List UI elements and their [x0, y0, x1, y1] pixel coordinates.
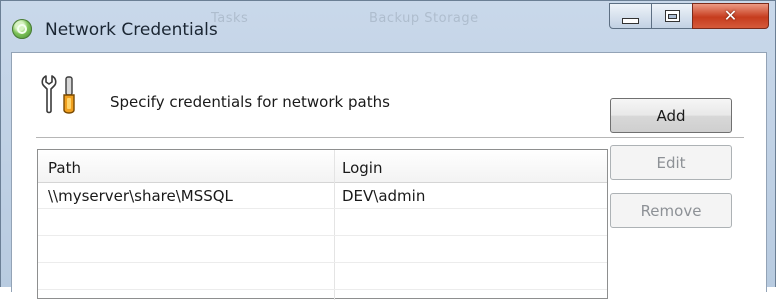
dialog-window: Tasks Backup Storage Network Credentials… — [0, 0, 776, 300]
title-bar[interactable]: Tasks Backup Storage Network Credentials… — [1, 1, 775, 51]
credentials-list[interactable]: Path Login \\myserver\share\MSSQL DEV\ad… — [37, 149, 608, 300]
separator — [36, 137, 744, 138]
minimize-icon — [622, 18, 639, 24]
list-header: Path Login — [38, 150, 607, 183]
app-icon — [12, 19, 32, 39]
close-button[interactable]: ✕ — [692, 3, 769, 29]
column-header-path[interactable]: Path — [48, 159, 81, 177]
edit-button[interactable]: Edit — [610, 145, 732, 180]
minimize-button[interactable] — [609, 3, 652, 29]
table-row[interactable]: \\myserver\share\MSSQL DEV\admin — [38, 182, 607, 209]
background-tab-label: Backup Storage — [369, 11, 479, 26]
close-icon: ✕ — [723, 6, 738, 25]
table-row[interactable] — [38, 209, 607, 236]
cell-login: DEV\admin — [342, 187, 426, 205]
remove-button[interactable]: Remove — [610, 193, 732, 228]
column-header-login[interactable]: Login — [342, 159, 382, 177]
maximize-button[interactable] — [651, 3, 693, 29]
window-title: Network Credentials — [45, 20, 218, 40]
table-row[interactable] — [38, 263, 607, 290]
add-button[interactable]: Add — [610, 98, 732, 133]
maximize-icon — [664, 10, 680, 22]
header-description: Specify credentials for network paths — [110, 93, 390, 111]
table-row[interactable] — [38, 236, 607, 263]
tools-icon — [41, 75, 75, 114]
cell-path: \\myserver\share\MSSQL — [48, 187, 233, 205]
